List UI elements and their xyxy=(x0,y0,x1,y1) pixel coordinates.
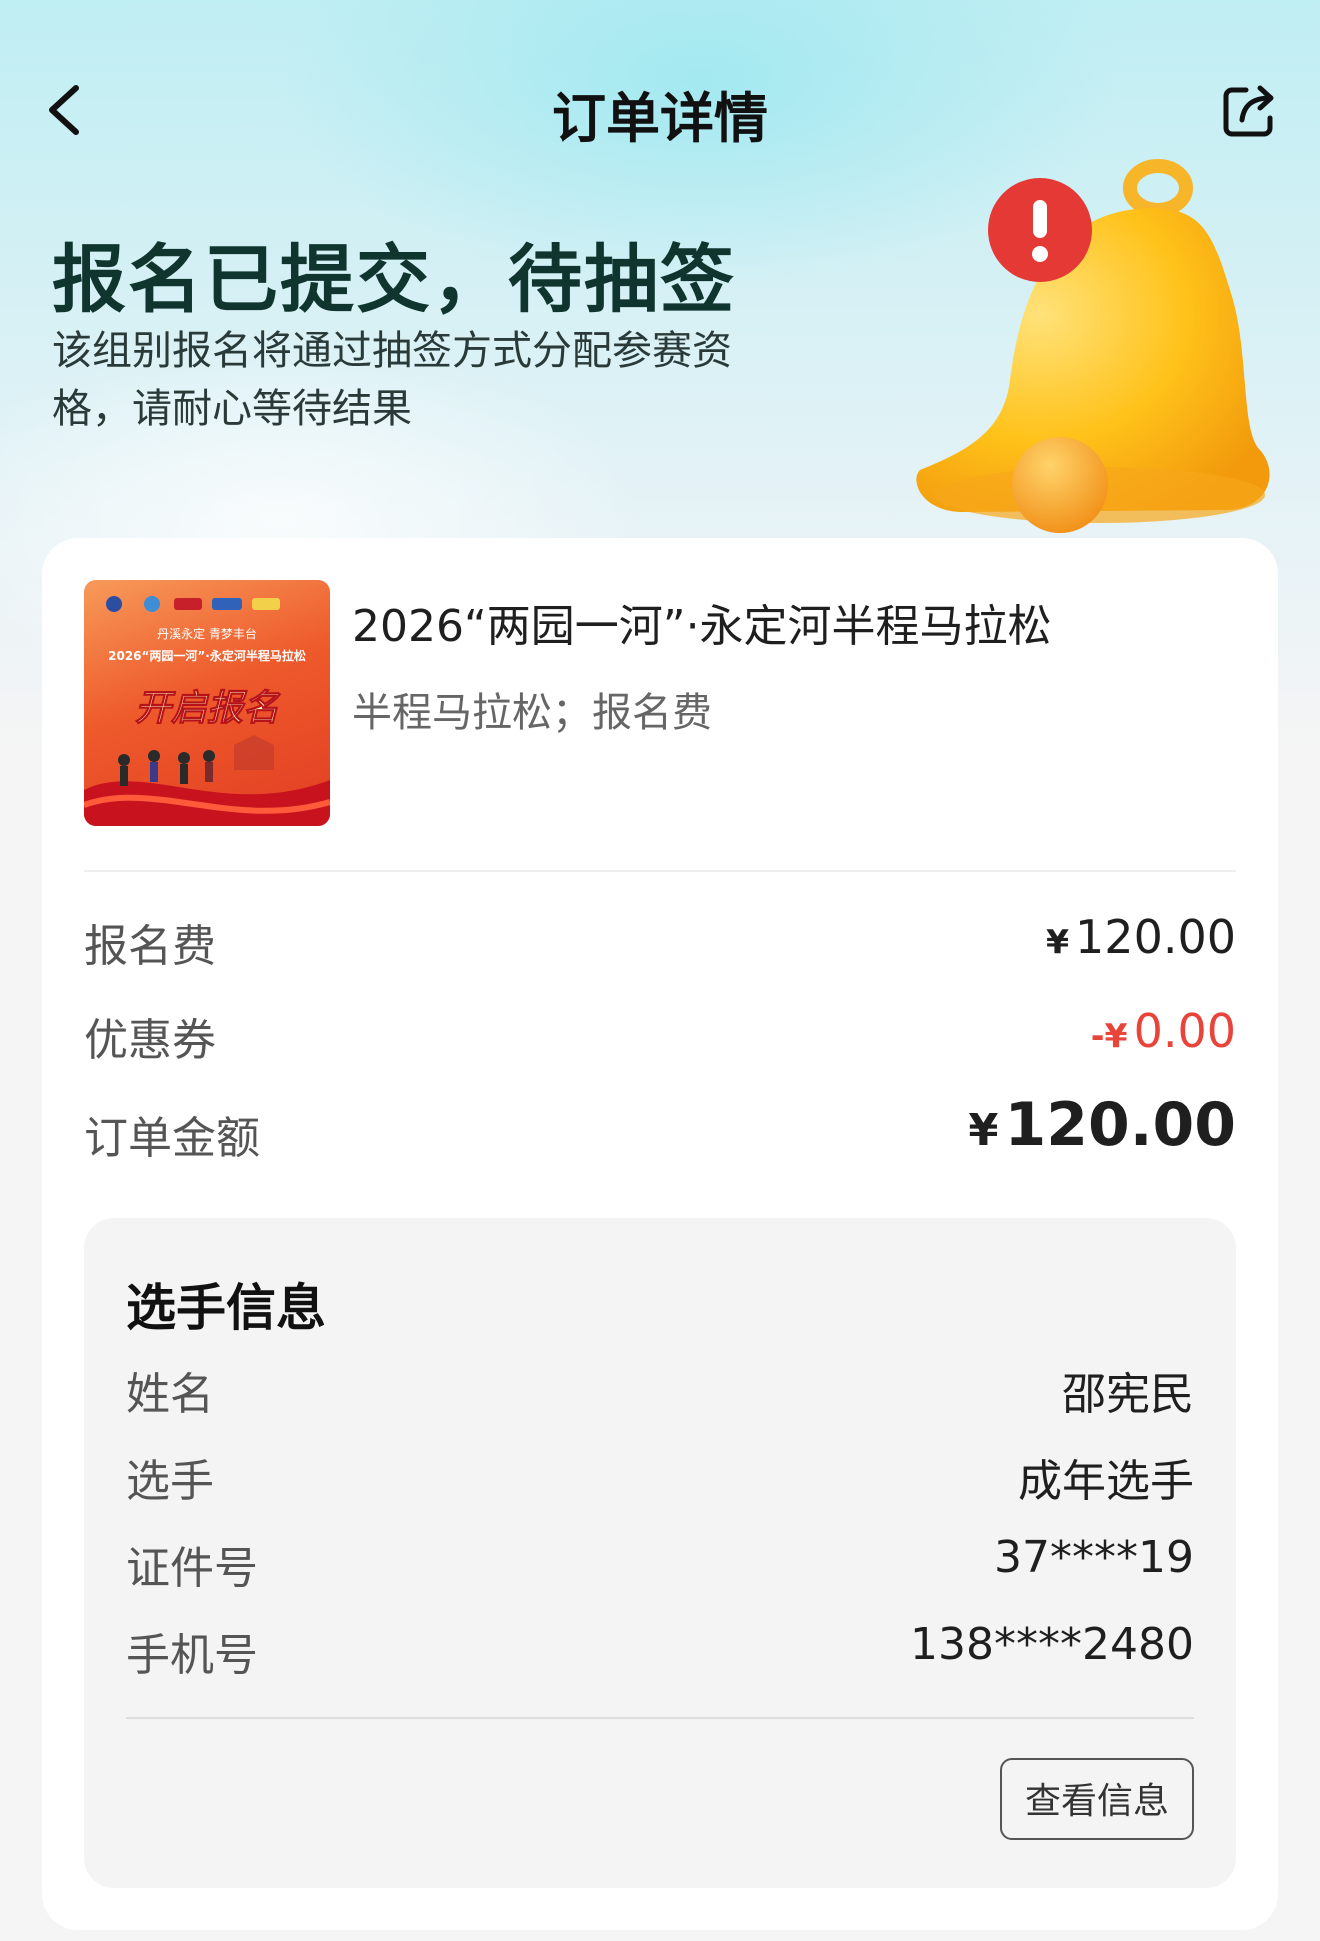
divider xyxy=(126,1717,1194,1719)
player-type-value: 成年选手 xyxy=(1018,1456,1194,1507)
status-description: 该组别报名将通过抽签方式分配参赛资格，请耐心等待结果 xyxy=(52,328,732,432)
total-label: 订单金额 xyxy=(84,1113,260,1164)
share-icon xyxy=(1223,85,1274,137)
bell-notification-icon xyxy=(916,159,1270,533)
coupon-amount: 0.00 xyxy=(1133,1004,1236,1058)
reg-fee-amount: 120.00 xyxy=(1075,910,1236,964)
status-title: 报名已提交，待抽签 xyxy=(52,237,736,323)
event-name: 2026“两园一河”·永定河半程马拉松 xyxy=(352,601,1052,652)
coupon-label: 优惠券 xyxy=(84,1015,216,1066)
divider xyxy=(84,870,1236,872)
poster-title: 2026“两园一河”·永定河半程马拉松 xyxy=(108,648,306,663)
reg-fee-label: 报名费 xyxy=(84,921,216,972)
total-value: ¥120.00 xyxy=(968,1090,1236,1160)
poster-artwork: 丹溪永定 青梦丰台 2026“两园一河”·永定河半程马拉松 开启报名 xyxy=(84,596,330,826)
view-info-button[interactable]: 查看信息 xyxy=(1000,1758,1194,1840)
share-button[interactable] xyxy=(1220,80,1280,140)
id-number-label: 证件号 xyxy=(126,1543,258,1594)
event-subtitle: 半程马拉松；报名费 xyxy=(352,690,712,736)
event-poster-image[interactable]: 丹溪永定 青梦丰台 2026“两园一河”·永定河半程马拉松 开启报名 xyxy=(84,580,330,826)
player-name-value: 邵宪民 xyxy=(1062,1369,1194,1420)
player-type-label: 选手 xyxy=(126,1456,214,1507)
currency-symbol: ¥ xyxy=(1045,922,1070,961)
page-title: 订单详情 xyxy=(552,87,768,150)
currency-symbol: ¥ xyxy=(968,1106,999,1156)
phone-label: 手机号 xyxy=(126,1630,258,1681)
order-card: 丹溪永定 青梦丰台 2026“两园一河”·永定河半程马拉松 开启报名 2026“… xyxy=(42,538,1278,1930)
id-number-value: 37****19 xyxy=(994,1532,1194,1583)
poster-top-line: 丹溪永定 青梦丰台 xyxy=(157,626,257,641)
coupon-value[interactable]: -¥ 0.00 xyxy=(1091,1004,1236,1058)
total-amount: 120.00 xyxy=(1004,1090,1236,1160)
player-section-title: 选手信息 xyxy=(126,1279,326,1337)
poster-slogan: 开启报名 xyxy=(135,688,281,729)
player-name-label: 姓名 xyxy=(126,1369,214,1420)
navigation-bar: 订单详情 xyxy=(0,60,1320,160)
coupon-prefix: -¥ xyxy=(1090,1016,1128,1055)
phone-value: 138****2480 xyxy=(910,1619,1194,1670)
reg-fee-value: ¥120.00 xyxy=(1046,910,1236,964)
player-info-section: 选手信息 姓名 邵宪民 选手 成年选手 证件号 37****19 手机号 138… xyxy=(84,1218,1236,1888)
